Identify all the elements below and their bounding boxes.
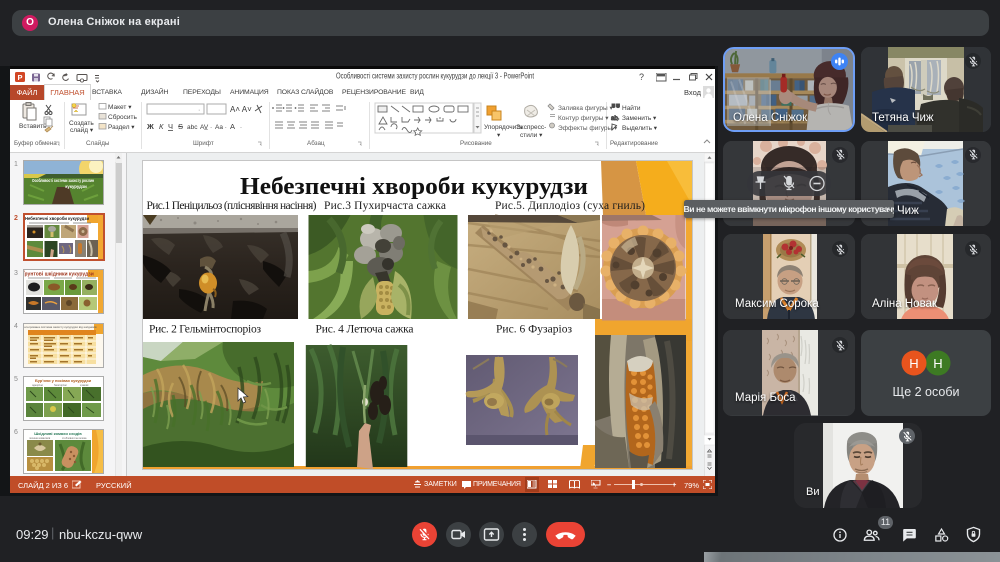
svg-text:S: S: [178, 122, 183, 131]
svg-text:Небезпечні хвороби кукурудзи: Небезпечні хвороби кукурудзи: [25, 216, 89, 221]
svg-text:abc: abc: [187, 124, 198, 131]
svg-text:P: P: [17, 73, 22, 82]
svg-text:Рис.5. Диплодіоз (суха гниль): Рис.5. Диплодіоз (суха гниль): [495, 200, 645, 212]
svg-text:Шкідливі комахи сходів: Шкідливі комахи сходів: [34, 431, 82, 436]
svg-text:Особливості системи захисту ро: Особливості системи захисту рослин: [32, 178, 94, 183]
svg-text:личинки коваликів: личинки коваликів: [29, 437, 51, 440]
svg-text:AV̲ ·: AV̲ ·: [200, 124, 212, 131]
svg-text:▾: ▾: [497, 132, 501, 139]
svg-text:Ч: Ч: [168, 122, 173, 131]
svg-text:A: A: [230, 122, 235, 131]
svg-text:Aa ·: Aa ·: [215, 124, 227, 131]
svg-text:К: К: [159, 122, 164, 131]
svg-text:Контур фигуры ▾: Контур фигуры ▾: [558, 115, 609, 122]
svg-text:Раздел ▾: Раздел ▾: [108, 124, 135, 131]
svg-text:Вставить: Вставить: [19, 123, 47, 130]
svg-text:однорічні: однорічні: [32, 384, 43, 387]
svg-text:Рис. 2 Гельмінтоспоріоз: Рис. 2 Гельмінтоспоріоз: [149, 324, 261, 336]
svg-text:Выделить ▾: Выделить ▾: [622, 125, 658, 132]
svg-text:Экспресс-: Экспресс-: [516, 124, 546, 131]
svg-text:Сбросить: Сбросить: [108, 113, 138, 121]
svg-text:Ґрунтові шкідники кукурудзи: Ґрунтові шкідники кукурудзи: [24, 270, 94, 278]
svg-text:·: ·: [198, 107, 200, 114]
svg-text:Макет ▾: Макет ▾: [108, 104, 132, 111]
svg-text:A˄ A˅: A˄ A˅: [230, 105, 252, 114]
svg-text:Бур'яни у посівах кукурудзи: Бур'яни у посівах кукурудзи: [35, 378, 92, 383]
svg-text:Найти: Найти: [622, 104, 641, 112]
svg-text:стили ▾: стили ▾: [520, 132, 543, 139]
svg-text:·: ·: [240, 125, 242, 131]
svg-text:Ж: Ж: [146, 122, 154, 131]
svg-text:Создать: Создать: [69, 120, 94, 127]
svg-text:Эффекты фигуры ▾: Эффекты фигуры ▾: [558, 125, 618, 132]
svg-text:Н: Н: [933, 356, 942, 371]
svg-text:Рис.3 Пухирчаста сажка: Рис.3 Пухирчаста сажка: [324, 200, 446, 212]
svg-text:Ще 2 особи: Ще 2 особи: [892, 385, 959, 399]
svg-text:Рис. 6 Фузаріоз: Рис. 6 Фузаріоз: [496, 324, 572, 336]
svg-text:Рис. 4 Летюча сажка: Рис. 4 Летюча сажка: [316, 324, 414, 336]
svg-text:Небезпечні хвороби кукурудзи: Небезпечні хвороби кукурудзи: [240, 173, 588, 200]
svg-text:Рис.1 Пеніцильоз (пліснявіння: Рис.1 Пеніцильоз (пліснявіння насіння): [147, 200, 317, 212]
svg-text:злакові: злакові: [80, 384, 89, 387]
svg-text:багаторічні: багаторічні: [54, 384, 67, 387]
svg-text:Інтегрована система захисту ку: Інтегрована система захисту кукурудзи ві…: [24, 325, 97, 329]
svg-text:слайд ▾: слайд ▾: [70, 126, 94, 134]
svg-text:Заливка фигуры ▾: Заливка фигуры ▾: [558, 105, 613, 112]
svg-text:Особливості системи захисту ро: Особливості системи захисту рослин кукур…: [336, 71, 535, 80]
svg-text:кукурудзи: кукурудзи: [65, 184, 87, 189]
svg-text:стеблового метелика: стеблового метелика: [62, 437, 87, 440]
svg-text:Заменить ▾: Заменить ▾: [622, 115, 657, 122]
svg-text:Н: Н: [909, 356, 918, 371]
